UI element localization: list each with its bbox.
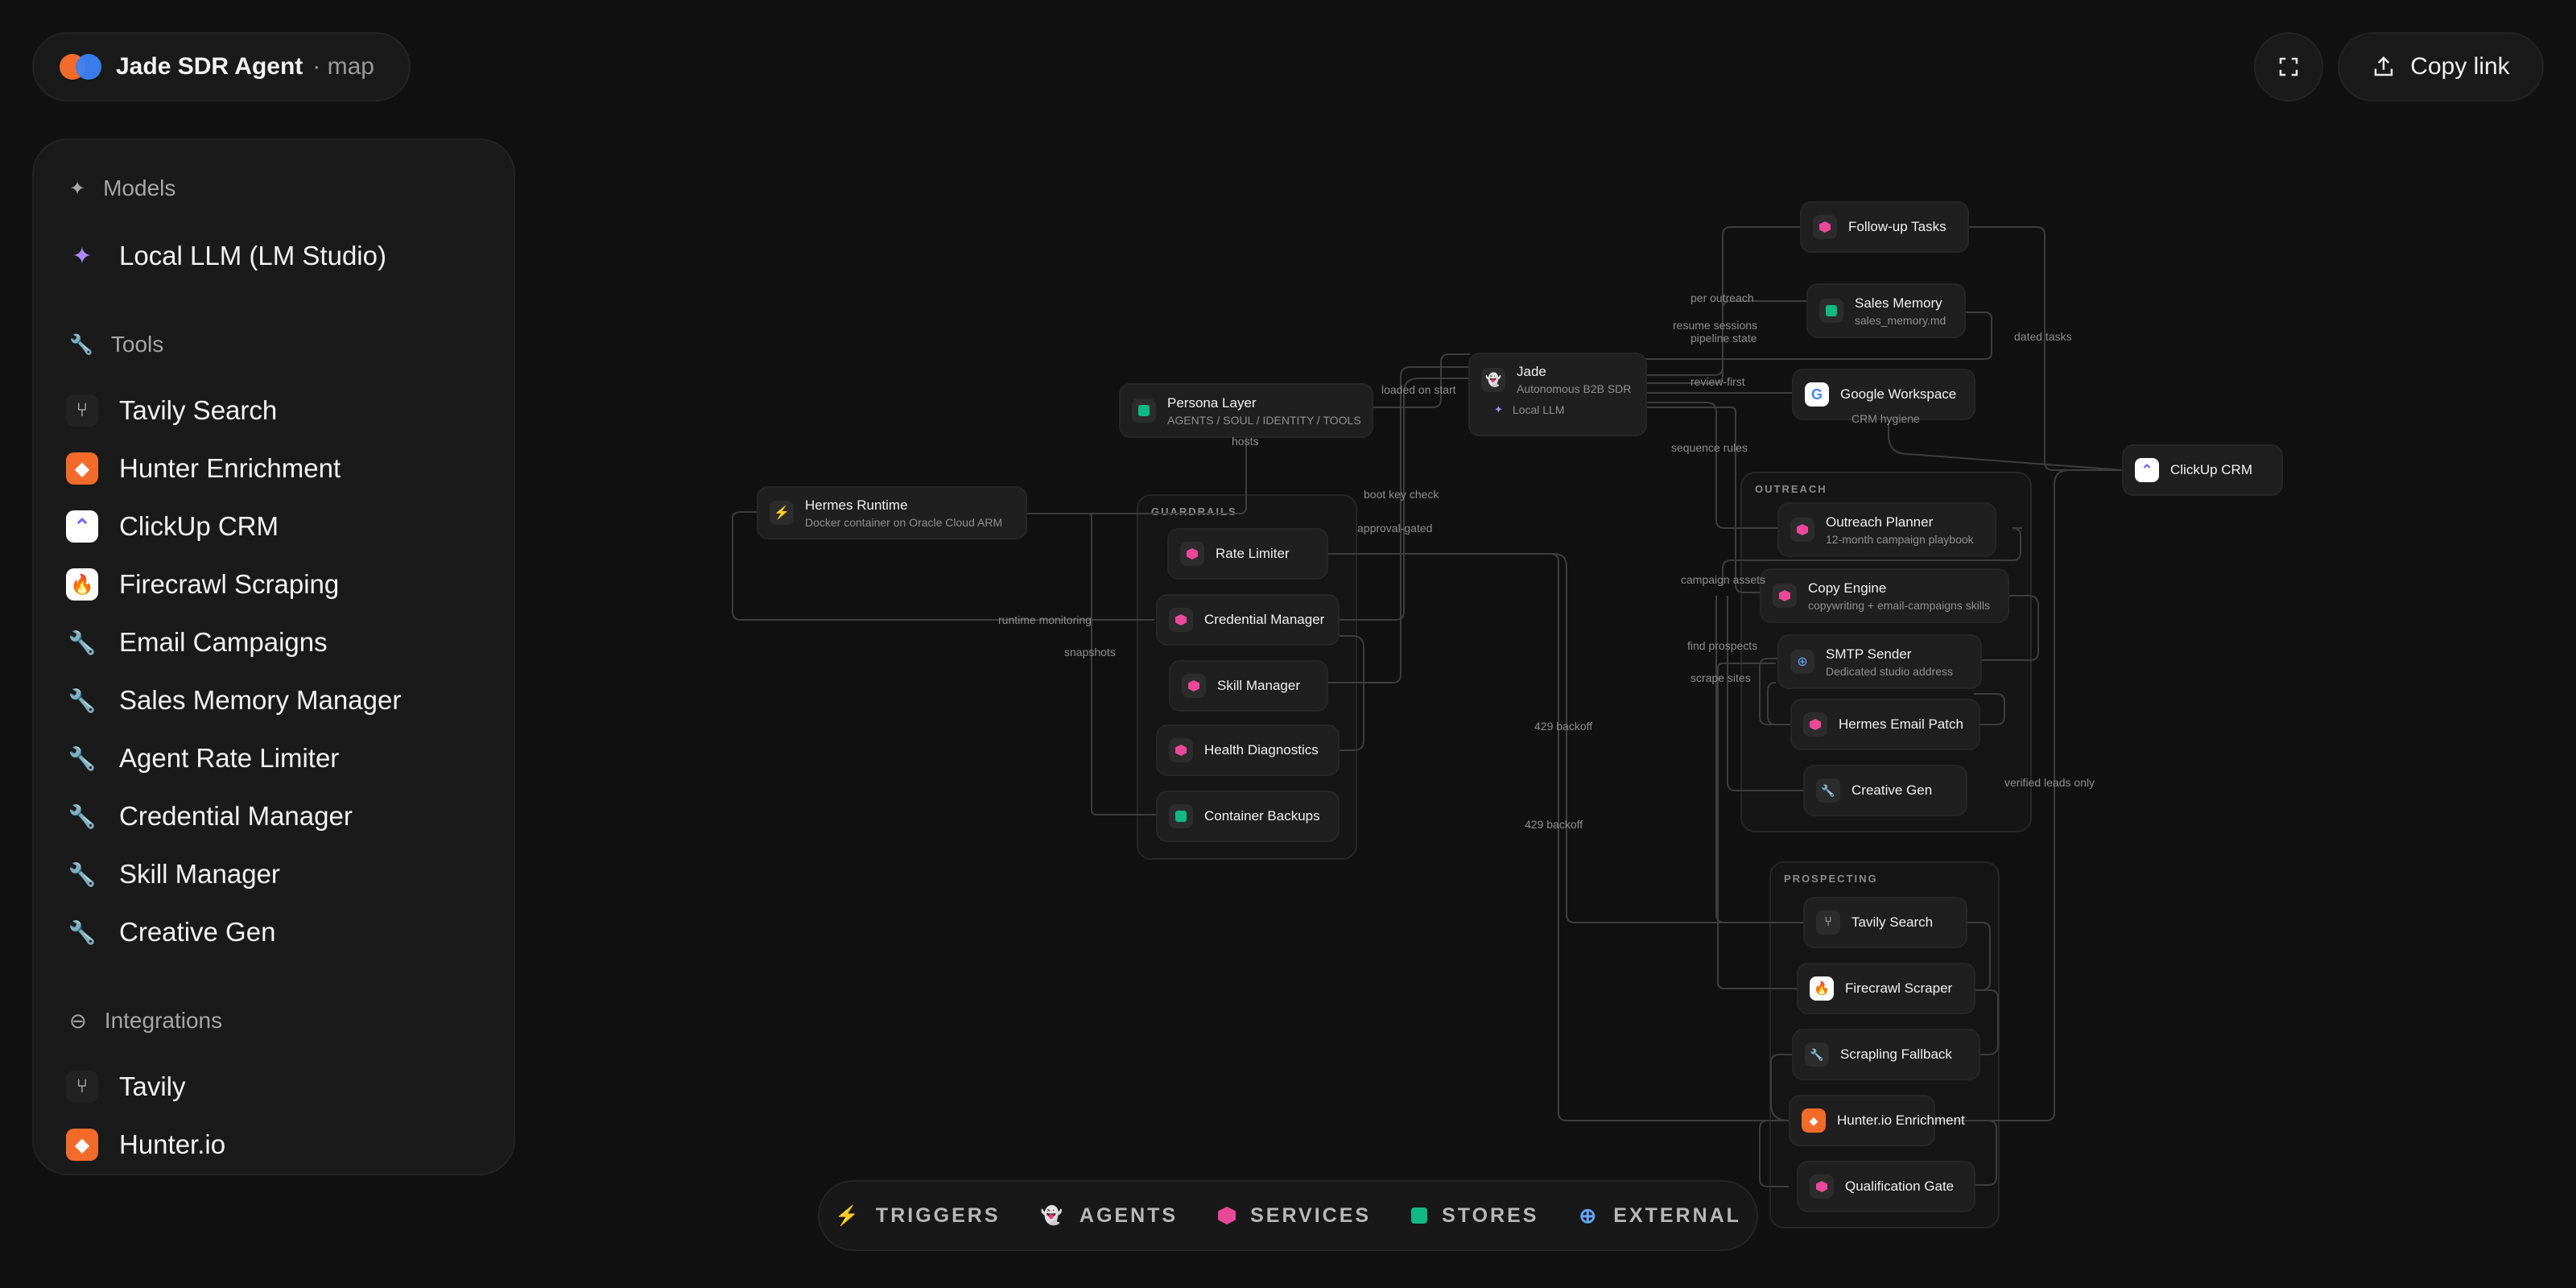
- node-rate-limiter[interactable]: Rate Limiter: [1167, 528, 1328, 580]
- edge-label: runtime monitoring: [998, 613, 1092, 626]
- wrench-icon: 🔧: [1816, 778, 1840, 803]
- node-skill-manager[interactable]: Skill Manager: [1169, 660, 1328, 712]
- node-qualification-gate[interactable]: Qualification Gate: [1797, 1161, 1975, 1212]
- node-credential-manager[interactable]: Credential Manager: [1156, 594, 1340, 646]
- node-followup-tasks[interactable]: Follow-up Tasks: [1800, 201, 1969, 253]
- edge-label: verified leads only: [2004, 776, 2095, 789]
- edge-label: 429 backoff: [1525, 818, 1583, 831]
- legend-stores: STORES: [1411, 1204, 1538, 1228]
- node-hermes-runtime[interactable]: ⚡ Hermes Runtime Docker container on Orac…: [757, 486, 1027, 539]
- lightning-icon: ⚡: [835, 1204, 861, 1227]
- edge-label: 429 backoff: [1534, 720, 1593, 733]
- legend-external: ⊕ EXTERNAL: [1579, 1203, 1741, 1228]
- edge-label: boot key check: [1364, 488, 1439, 501]
- service-icon: [1169, 608, 1193, 632]
- node-clickup-crm[interactable]: ⌃ ClickUp CRM: [2122, 444, 2283, 496]
- edge-label: pipeline state: [1690, 332, 1757, 345]
- service-icon: [1810, 1174, 1834, 1199]
- edge-label: review-first: [1690, 375, 1745, 388]
- firecrawl-icon: 🔥: [1810, 976, 1834, 1001]
- service-icon: [1182, 674, 1206, 698]
- node-health-diagnostics[interactable]: Health Diagnostics: [1156, 724, 1340, 776]
- node-persona-layer[interactable]: Persona Layer AGENTS / SOUL / IDENTITY / …: [1119, 383, 1373, 438]
- store-icon: [1819, 299, 1843, 323]
- store-icon: [1132, 398, 1156, 423]
- edge-label: snapshots: [1064, 646, 1116, 658]
- edge-label: sequence rules: [1671, 441, 1748, 454]
- legend-triggers: ⚡ TRIGGERS: [835, 1203, 1001, 1227]
- hunter-icon: ◆: [1802, 1108, 1826, 1133]
- wrench-icon: 🔧: [1805, 1042, 1829, 1067]
- node-creative-gen[interactable]: 🔧 Creative Gen: [1803, 765, 1967, 816]
- clickup-icon: ⌃: [2135, 458, 2159, 482]
- legend-services: SERVICES: [1218, 1204, 1371, 1228]
- node-jade[interactable]: 👻 Jade Autonomous B2B SDR ✦ Local LLM: [1468, 353, 1647, 436]
- legend: ⚡ TRIGGERS 👻 AGENTS SERVICES STORES ⊕ EXTER…: [818, 1180, 1758, 1251]
- service-icon: [1773, 584, 1797, 608]
- service-icon: [1790, 518, 1814, 542]
- edge-label: CRM hygiene: [1852, 412, 1920, 425]
- node-firecrawl-scraper[interactable]: 🔥 Firecrawl Scraper: [1797, 963, 1975, 1014]
- google-icon: G: [1805, 382, 1829, 407]
- node-container-backups[interactable]: Container Backups: [1156, 791, 1340, 842]
- edge-label: hosts: [1232, 435, 1259, 448]
- sparkle-icon: ✦: [1494, 403, 1503, 415]
- edge-label: resume sessions: [1673, 319, 1758, 332]
- agent-icon: 👻: [1040, 1205, 1065, 1225]
- edge-label: loaded on start: [1381, 383, 1456, 396]
- lightning-icon: ⚡: [770, 501, 794, 525]
- service-icon: [1180, 542, 1204, 566]
- node-scrapling-fallback[interactable]: 🔧 Scrapling Fallback: [1792, 1029, 1980, 1080]
- service-icon: [1218, 1207, 1236, 1224]
- node-hunter-enrichment[interactable]: ◆ Hunter.io Enrichment: [1789, 1095, 1965, 1146]
- node-copy-engine[interactable]: Copy Engine copywriting + email-campaigns…: [1760, 568, 2009, 623]
- service-icon: [1803, 712, 1827, 737]
- edge-label: campaign assets: [1681, 573, 1766, 586]
- legend-agents: 👻 AGENTS: [1040, 1203, 1179, 1227]
- edge-label: scrape sites: [1690, 671, 1751, 684]
- node-sales-memory[interactable]: Sales Memory sales_memory.md: [1806, 283, 1966, 338]
- edge-label: per outreach: [1690, 291, 1754, 304]
- node-hermes-email-patch[interactable]: Hermes Email Patch: [1790, 699, 1980, 750]
- store-icon: [1411, 1208, 1428, 1224]
- edge-label: dated tasks: [2014, 330, 2072, 343]
- store-icon: [1169, 804, 1193, 828]
- node-tavily-search[interactable]: ⑂ Tavily Search: [1803, 897, 1967, 948]
- agent-icon: 👻: [1481, 367, 1505, 392]
- globe-icon: ⊕: [1790, 650, 1814, 674]
- node-smtp-sender[interactable]: ⊕ SMTP Sender Dedicated studio address: [1777, 634, 1982, 689]
- edge-label: find prospects: [1687, 639, 1758, 652]
- service-icon: [1169, 738, 1193, 762]
- globe-icon: ⊕: [1579, 1203, 1600, 1228]
- node-outreach-planner[interactable]: Outreach Planner 12-month campaign playbo…: [1777, 502, 1996, 557]
- service-icon: [1813, 215, 1837, 239]
- tavily-icon: ⑂: [1816, 910, 1840, 935]
- edge-label: approval-gated: [1357, 522, 1433, 535]
